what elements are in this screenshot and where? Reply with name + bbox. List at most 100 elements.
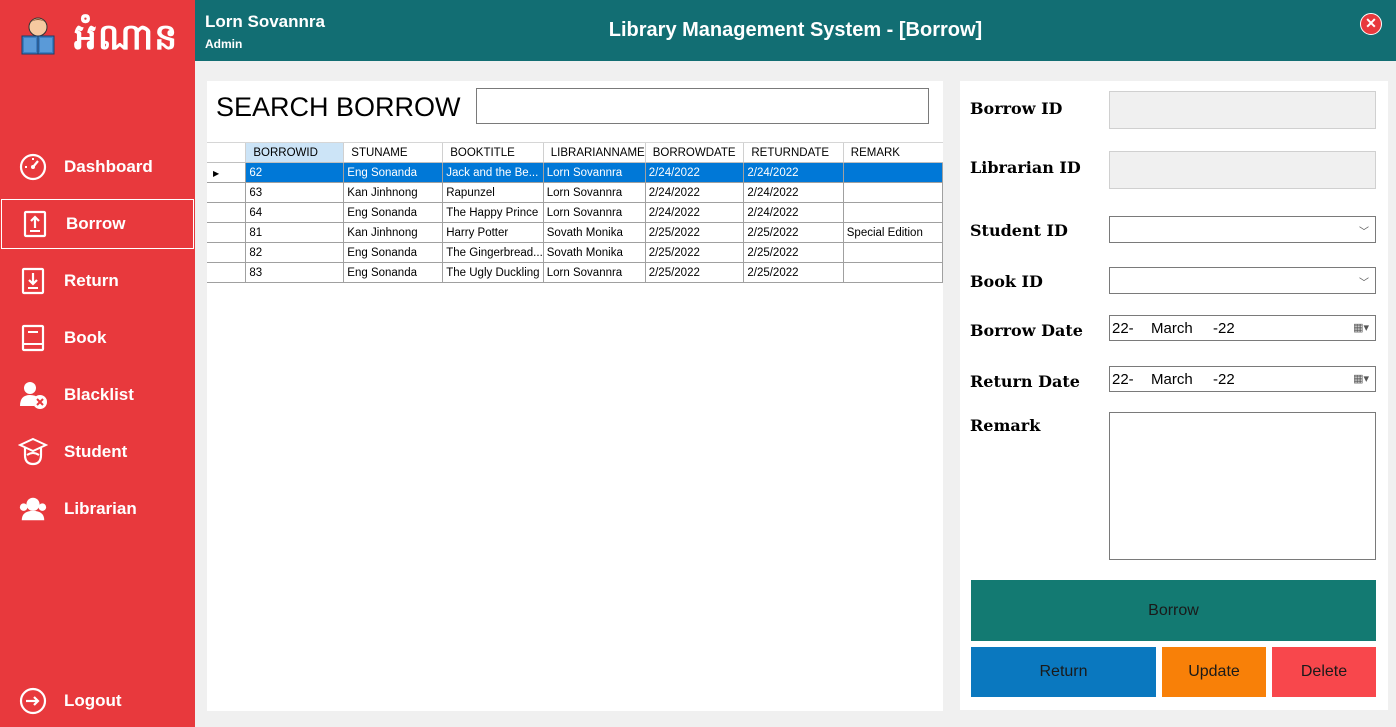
table-cell[interactable]: 2/24/2022 [645, 162, 745, 183]
date-year[interactable]: -22 [1213, 371, 1235, 388]
row-header[interactable]: ▶ [207, 162, 247, 183]
table-row[interactable]: 82 Eng Sonanda The Gingerbread... Sovath Mo… [207, 242, 944, 263]
book-id-combo[interactable]: ﹀ [1109, 267, 1376, 294]
table-cell[interactable]: 2/25/2022 [645, 222, 745, 243]
column-header[interactable]: RETURNDATE [743, 143, 844, 163]
table-cell[interactable]: Rapunzel [442, 182, 544, 203]
table-row[interactable]: 63 Kan Jinhnong Rapunzel Lorn Sovannra 2/24/… [207, 182, 944, 203]
borrow-id-field [1109, 91, 1376, 129]
current-row-marker-icon: ▶ [213, 168, 220, 178]
table-cell[interactable]: Eng Sonanda [343, 242, 444, 263]
column-header[interactable]: BORROWID [245, 143, 345, 163]
date-day[interactable]: 22- [1112, 320, 1134, 337]
calendar-dropdown-icon[interactable]: ▦▾ [1353, 321, 1369, 334]
logo-text: អំណាន [74, 17, 179, 58]
row-header[interactable] [207, 262, 247, 283]
table-cell[interactable]: 2/25/2022 [645, 242, 745, 263]
row-header[interactable] [207, 222, 247, 243]
table-cell[interactable] [843, 182, 944, 203]
return-date-picker[interactable]: 22- March -22 ▦▾ [1109, 366, 1376, 392]
table-cell[interactable]: The Happy Prince [442, 202, 544, 223]
close-button[interactable]: ✕ [1360, 13, 1382, 35]
logo: អំណាន [0, 0, 195, 80]
table-cell[interactable]: 62 [245, 162, 345, 183]
date-month[interactable]: March [1151, 320, 1193, 337]
date-year[interactable]: -22 [1213, 320, 1235, 337]
sidebar-item-label: Student [64, 442, 128, 461]
sidebar-item-blacklist[interactable]: Blacklist [0, 370, 195, 420]
table-cell[interactable]: 81 [245, 222, 345, 243]
table-cell[interactable]: Kan Jinhnong [343, 222, 444, 243]
return-date-label: Return Date [970, 372, 1080, 391]
table-cell[interactable] [843, 242, 944, 263]
sidebar-item-student[interactable]: Student [0, 427, 195, 477]
table-cell[interactable]: Kan Jinhnong [343, 182, 444, 203]
sidebar-item-dashboard[interactable]: Dashboard [0, 142, 195, 192]
table-row[interactable]: 81 Kan Jinhnong Harry Potter Sovath Monika 2… [207, 222, 944, 243]
update-button[interactable]: Update [1162, 647, 1266, 697]
table-cell[interactable]: Sovath Monika [543, 222, 646, 243]
row-header[interactable] [207, 202, 247, 223]
table-cell[interactable]: Harry Potter [442, 222, 544, 243]
table-cell[interactable]: 2/24/2022 [743, 162, 844, 183]
table-cell[interactable]: Eng Sonanda [343, 202, 444, 223]
table-cell[interactable]: Special Edition [843, 222, 944, 243]
sidebar-item-label: Dashboard [64, 157, 153, 176]
sidebar-item-book[interactable]: Book [0, 313, 195, 363]
row-header[interactable] [207, 242, 247, 263]
table-cell[interactable]: 83 [245, 262, 345, 283]
table-cell[interactable]: 64 [245, 202, 345, 223]
table-row[interactable]: 83 Eng Sonanda The Ugly Duckling Lorn Sovan… [207, 262, 944, 283]
return-button[interactable]: Return [971, 647, 1156, 697]
table-cell[interactable]: 82 [245, 242, 345, 263]
table-row[interactable]: ▶ 62 Eng Sonanda Jack and the Be... Lorn Sov… [207, 162, 944, 183]
sidebar-item-return[interactable]: Return [0, 256, 195, 306]
calendar-dropdown-icon[interactable]: ▦▾ [1353, 372, 1369, 385]
logout-button[interactable]: Logout [0, 676, 195, 726]
chevron-down-icon: ﹀ [1359, 227, 1369, 238]
column-header[interactable]: BORROWDATE [645, 143, 745, 163]
table-cell[interactable] [843, 262, 944, 283]
column-header[interactable]: REMARK [843, 143, 943, 163]
column-header[interactable]: LIBRARIANNAME [543, 143, 646, 163]
table-cell[interactable]: Eng Sonanda [343, 262, 444, 283]
table-cell[interactable]: Jack and the Be... [442, 162, 544, 183]
table-cell[interactable]: Lorn Sovannra [543, 262, 646, 283]
librarian-id-field [1109, 151, 1376, 189]
sidebar-item-librarian[interactable]: Librarian [0, 484, 195, 534]
table-cell[interactable] [843, 202, 944, 223]
date-month[interactable]: March [1151, 371, 1193, 388]
table-cell[interactable]: Lorn Sovannra [543, 182, 646, 203]
chevron-down-icon: ﹀ [1359, 278, 1369, 289]
borrow-date-picker[interactable]: 22- March -22 ▦▾ [1109, 315, 1376, 341]
search-label: SEARCH BORROW [216, 92, 461, 122]
borrow-button[interactable]: Borrow [971, 580, 1376, 641]
table-cell[interactable]: 2/25/2022 [743, 242, 844, 263]
table-cell[interactable]: The Ugly Duckling [442, 262, 544, 283]
table-cell[interactable] [843, 162, 944, 183]
table-cell[interactable]: 2/25/2022 [743, 262, 844, 283]
table-cell[interactable]: 2/25/2022 [743, 222, 844, 243]
table-cell[interactable]: 2/25/2022 [645, 262, 745, 283]
delete-button[interactable]: Delete [1272, 647, 1376, 697]
row-header[interactable] [207, 182, 247, 203]
remark-textarea[interactable] [1109, 412, 1376, 560]
table-cell[interactable]: 2/24/2022 [645, 182, 745, 203]
table-cell[interactable]: 2/24/2022 [743, 202, 844, 223]
table-cell[interactable]: The Gingerbread... [442, 242, 544, 263]
student-icon [18, 437, 48, 467]
table-cell[interactable]: Lorn Sovannra [543, 162, 646, 183]
table-cell[interactable]: Sovath Monika [543, 242, 646, 263]
column-header[interactable]: BOOKTITLE [442, 143, 544, 163]
table-cell[interactable]: 2/24/2022 [743, 182, 844, 203]
table-cell[interactable]: 2/24/2022 [645, 202, 745, 223]
table-row[interactable]: 64 Eng Sonanda The Happy Prince Lorn Sovann… [207, 202, 944, 223]
table-cell[interactable]: Lorn Sovannra [543, 202, 646, 223]
table-cell[interactable]: 63 [245, 182, 345, 203]
column-header[interactable]: STUNAME [343, 143, 444, 163]
table-cell[interactable]: Eng Sonanda [343, 162, 444, 183]
sidebar-item-borrow[interactable]: Borrow [1, 199, 194, 249]
student-id-combo[interactable]: ﹀ [1109, 216, 1376, 243]
search-input[interactable] [476, 88, 929, 124]
date-day[interactable]: 22- [1112, 371, 1134, 388]
